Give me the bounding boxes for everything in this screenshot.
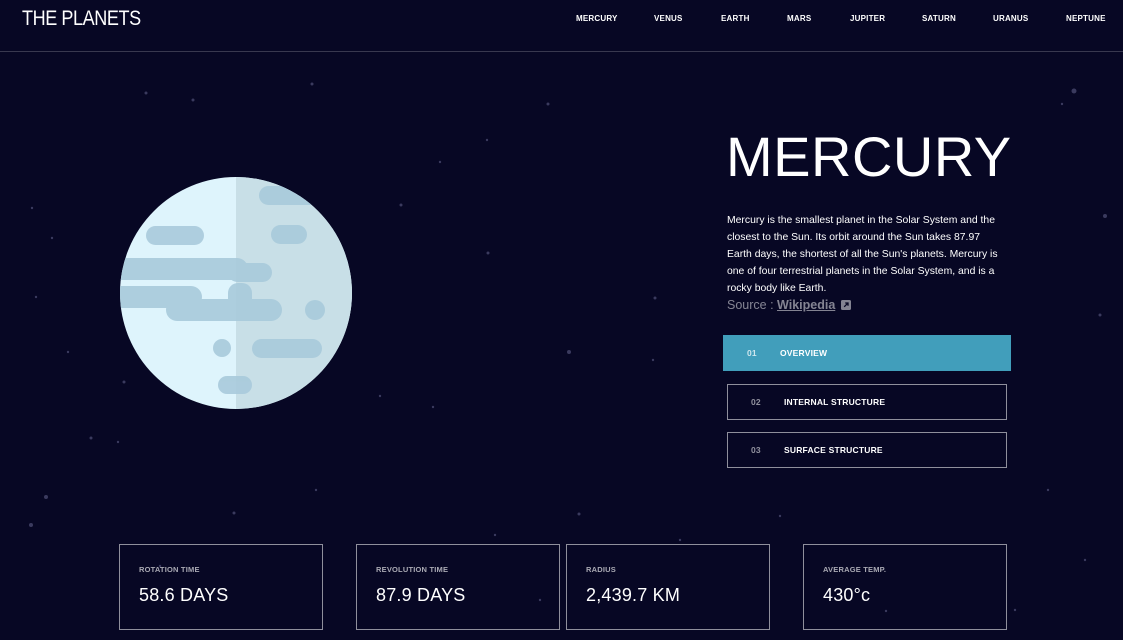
tab-label: INTERNAL STRUCTURE — [784, 397, 886, 407]
planet-nav: MERCURY VENUS EARTH MARS JUPITER SATURN … — [0, 14, 1123, 26]
nav-item-uranus[interactable]: URANUS — [993, 14, 1028, 23]
planet-description: Mercury is the smallest planet in the So… — [727, 215, 998, 294]
planet-title: MERCURY — [726, 125, 1012, 188]
stat-label: AVERAGE TEMP. — [823, 565, 887, 574]
nav-item-jupiter[interactable]: JUPITER — [850, 14, 885, 23]
tab-overview[interactable]: 01 OVERVIEW — [723, 335, 1011, 371]
planet-page: THE PLANETS MERCURY VENUS EARTH MARS JUP… — [0, 0, 1123, 640]
site-header: THE PLANETS MERCURY VENUS EARTH MARS JUP… — [0, 0, 1123, 52]
nav-item-earth[interactable]: EARTH — [721, 14, 750, 23]
planet-illustration — [120, 177, 352, 409]
nav-item-mercury[interactable]: MERCURY — [576, 14, 618, 23]
stat-average-temp: AVERAGE TEMP. 430°c — [803, 544, 1007, 630]
stat-radius: RADIUS 2,439.7 KM — [566, 544, 770, 630]
tab-number: 03 — [751, 445, 761, 455]
nav-item-venus[interactable]: VENUS — [654, 14, 683, 23]
stat-value: 87.9 DAYS — [376, 585, 466, 605]
stat-revolution-time: REVOLUTION TIME 87.9 DAYS — [356, 544, 560, 630]
tab-internal-structure[interactable]: 02 INTERNAL STRUCTURE — [727, 384, 1007, 420]
stat-label: RADIUS — [586, 565, 616, 574]
tab-number: 01 — [747, 348, 757, 358]
external-link-icon[interactable] — [841, 300, 852, 310]
nav-item-neptune[interactable]: NEPTUNE — [1066, 14, 1106, 23]
tab-number: 02 — [751, 397, 761, 407]
tab-label: OVERVIEW — [780, 348, 828, 358]
tab-label: SURFACE STRUCTURE — [784, 445, 883, 455]
stat-label: ROTATION TIME — [139, 565, 200, 574]
stat-label: REVOLUTION TIME — [376, 565, 449, 574]
stat-value: 430°c — [823, 585, 871, 605]
source-prefix: Source : — [727, 298, 778, 312]
nav-item-mars[interactable]: MARS — [787, 14, 811, 23]
tab-surface-structure[interactable]: 03 SURFACE STRUCTURE — [727, 432, 1007, 468]
source-line: Source : Wikipedia — [727, 298, 852, 312]
stat-value: 58.6 DAYS — [139, 585, 229, 605]
nav-item-saturn[interactable]: SATURN — [922, 14, 956, 23]
stat-rotation-time: ROTATION TIME 58.6 DAYS — [119, 544, 323, 630]
stat-value: 2,439.7 KM — [586, 585, 681, 605]
source-link[interactable]: Wikipedia — [777, 298, 835, 312]
